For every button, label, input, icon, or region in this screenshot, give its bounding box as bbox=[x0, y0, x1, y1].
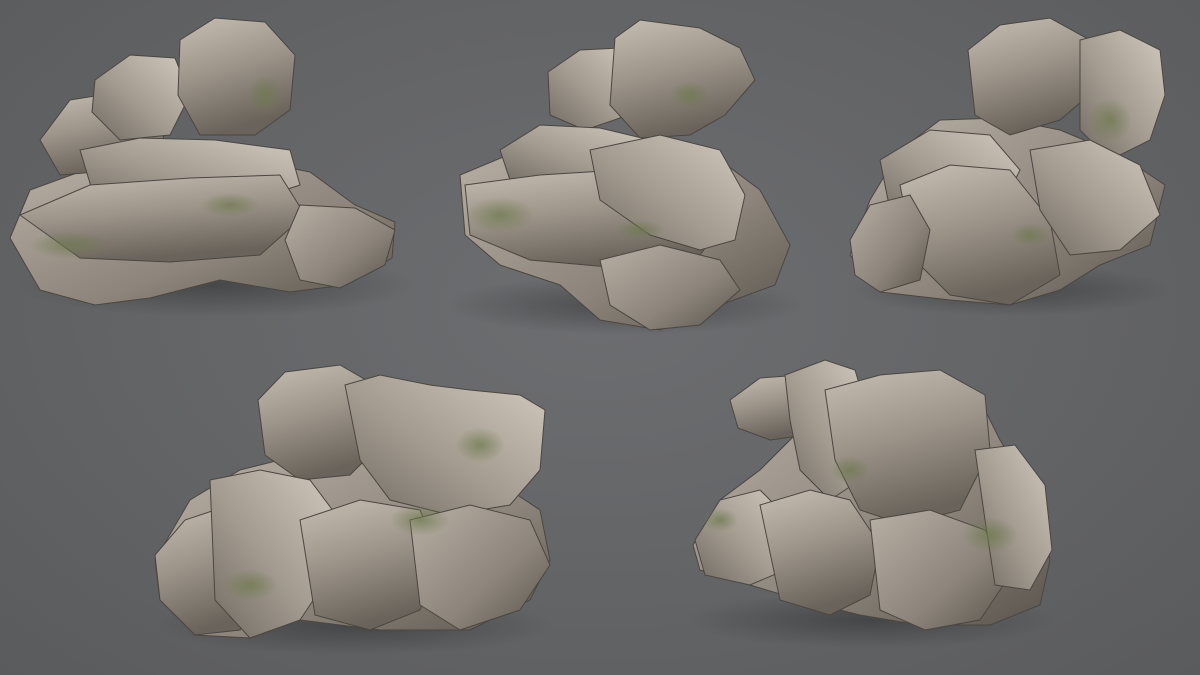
rock-cluster-1 bbox=[9, 17, 415, 317]
rock-scene-svg bbox=[9, 17, 1170, 655]
rock-cluster-2 bbox=[445, 19, 805, 335]
rock-cluster-3 bbox=[849, 17, 1170, 316]
rock-cluster-4 bbox=[154, 364, 555, 655]
rock-cluster-5 bbox=[685, 359, 1055, 648]
render-viewport bbox=[0, 0, 1200, 675]
